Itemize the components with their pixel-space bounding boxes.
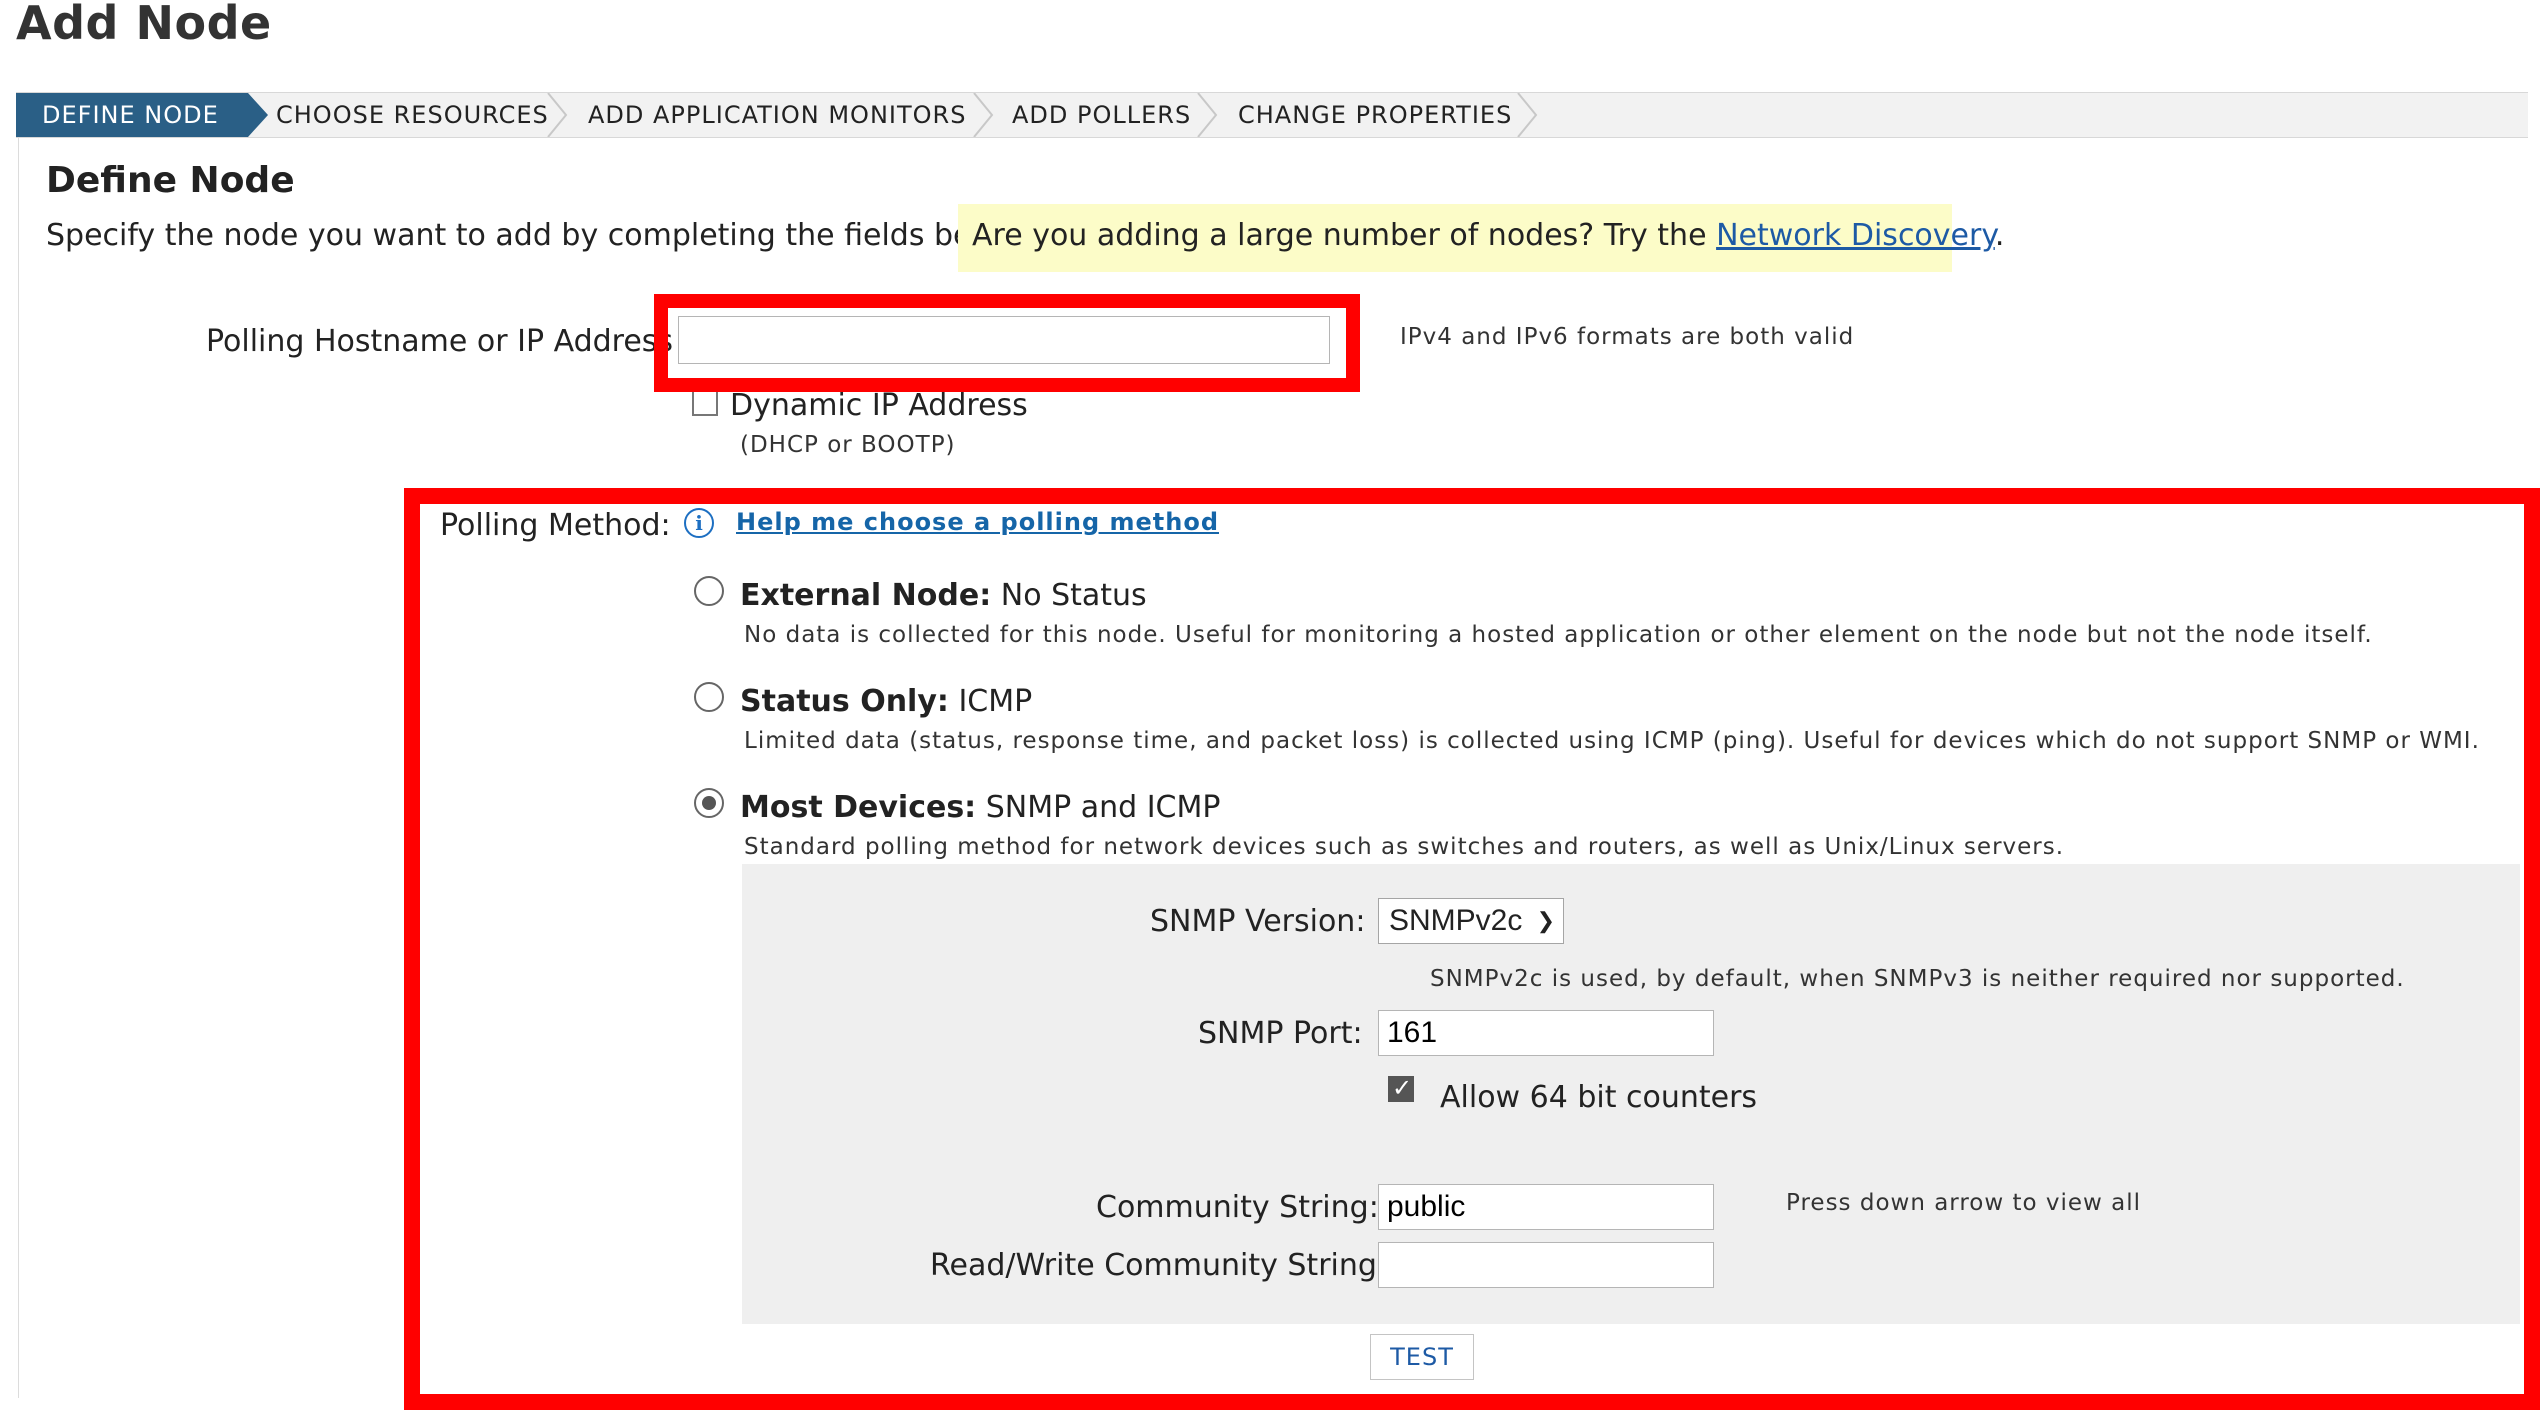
chevron-separator-icon: [546, 93, 570, 137]
content-border: [18, 138, 19, 1398]
wizard-step-change-properties[interactable]: CHANGE PROPERTIES: [1238, 93, 1512, 137]
page-title: Add Node: [16, 0, 272, 50]
wizard-step-add-pollers[interactable]: ADD POLLERS: [1012, 93, 1191, 137]
hostname-note: IPv4 and IPv6 formats are both valid: [1400, 324, 1855, 350]
section-intro: Specify the node you want to add by comp…: [46, 218, 1030, 253]
dynamic-ip-checkbox[interactable]: [692, 390, 718, 416]
wizard-step-add-application-monitors[interactable]: ADD APPLICATION MONITORS: [588, 93, 966, 137]
hostname-label: Polling Hostname or IP Address: [206, 324, 674, 359]
chevron-separator-icon: [972, 93, 996, 137]
chevron-separator-icon: [1516, 93, 1540, 137]
chevron-separator-icon: [1196, 93, 1220, 137]
dynamic-ip-label: Dynamic IP Address: [730, 388, 1028, 423]
hint-text: Are you adding a large number of nodes? …: [972, 218, 2004, 253]
hint-prefix: Are you adding a large number of nodes? …: [972, 218, 1717, 253]
network-discovery-link[interactable]: Network Discovery: [1716, 218, 1995, 253]
section-title: Define Node: [46, 160, 295, 201]
highlight-box-hostname: [654, 294, 1360, 392]
dynamic-ip-sublabel: (DHCP or BOOTP): [740, 432, 956, 458]
highlight-box-polling: [404, 488, 2540, 1410]
wizard-step-choose-resources[interactable]: CHOOSE RESOURCES: [276, 93, 549, 137]
wizard-steps: DEFINE NODE CHOOSE RESOURCES ADD APPLICA…: [16, 92, 2528, 138]
wizard-step-define-node[interactable]: DEFINE NODE: [16, 93, 268, 137]
hint-suffix: .: [1994, 218, 2005, 253]
